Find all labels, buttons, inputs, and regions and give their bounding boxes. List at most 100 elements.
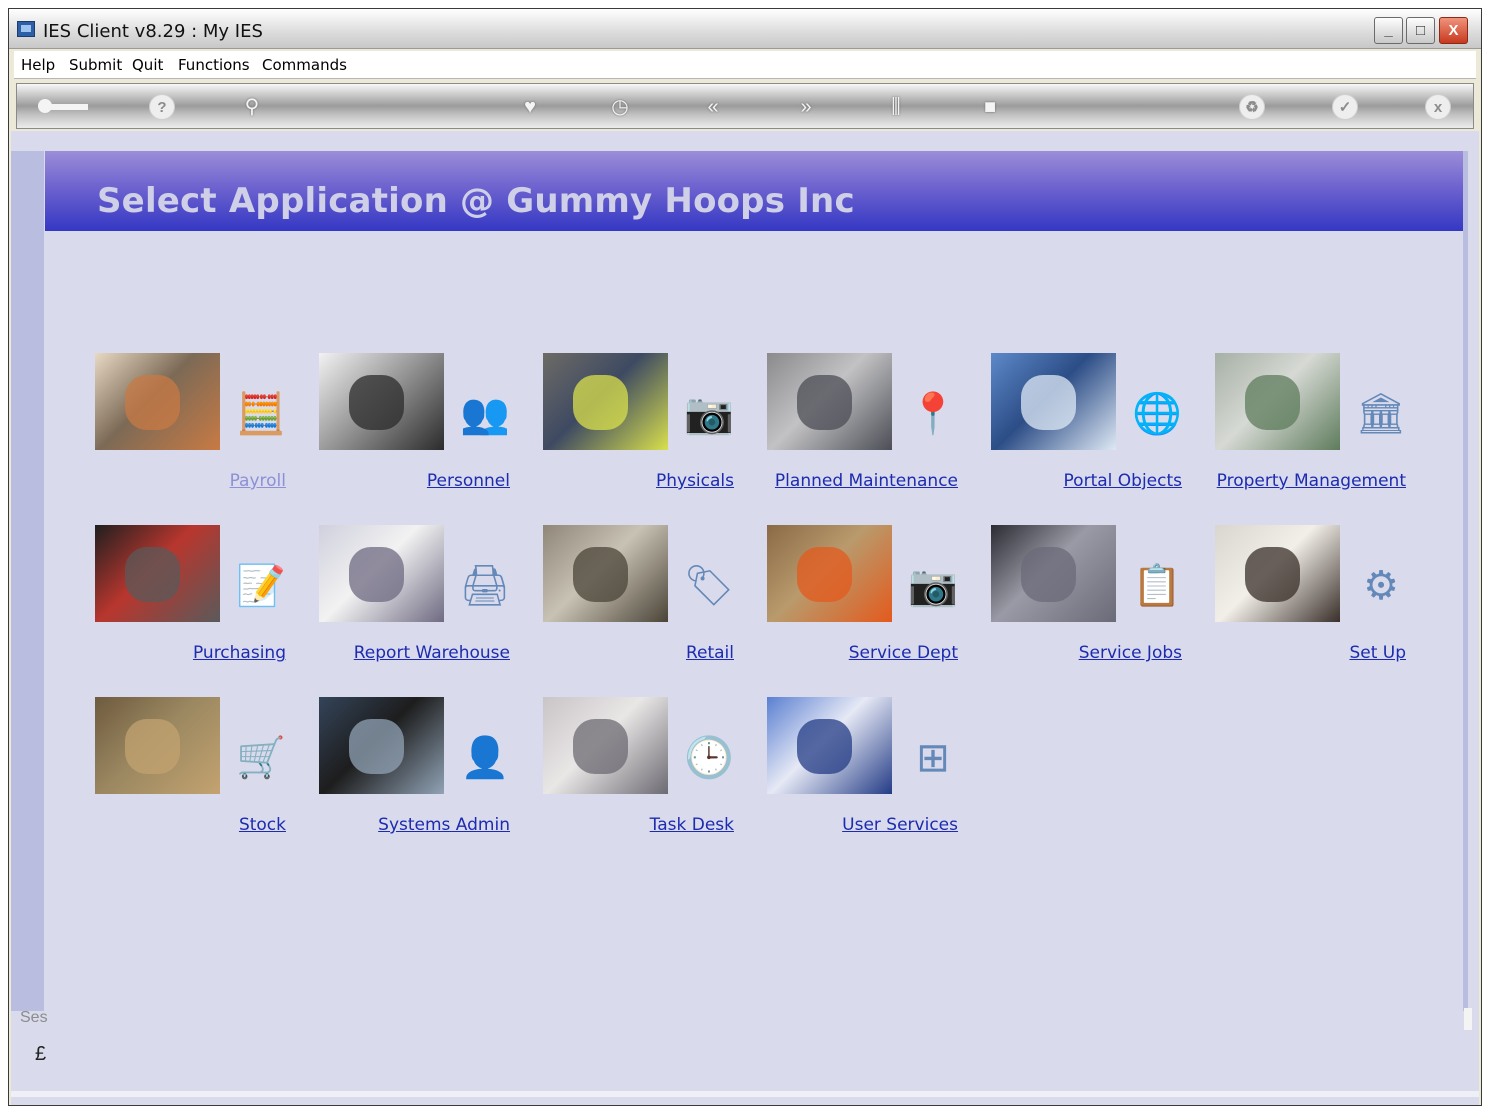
back-icon[interactable]: « xyxy=(700,94,726,120)
user-services-icon[interactable]: ⊞ xyxy=(904,729,962,787)
app-link[interactable]: Retail xyxy=(686,643,734,663)
photo-detail xyxy=(1021,547,1076,602)
menu-commands[interactable]: Commands xyxy=(262,56,347,74)
tree-icon[interactable]: ⫼ xyxy=(883,94,909,120)
payroll-icon[interactable]: 🧮 xyxy=(232,385,290,443)
app-photo[interactable] xyxy=(767,525,892,622)
app-link[interactable]: Service Dept xyxy=(849,643,958,663)
stop-icon[interactable]: ■ xyxy=(977,94,1003,120)
globe-icon[interactable]: 🌐 xyxy=(1128,385,1186,443)
pin-icon[interactable]: 📍 xyxy=(904,385,962,443)
app-photo[interactable] xyxy=(767,697,892,794)
app-tile[interactable]: 🌐 Portal Objects xyxy=(991,353,1191,503)
app-photo[interactable] xyxy=(543,697,668,794)
heart-icon[interactable]: ♥ xyxy=(517,94,543,120)
help-icon[interactable]: ? xyxy=(149,94,175,120)
app-tile[interactable]: 🛒 Stock xyxy=(95,697,295,847)
app-photo[interactable] xyxy=(1215,525,1340,622)
close-icon[interactable]: x xyxy=(1425,94,1451,120)
camera-icon[interactable]: 📷 xyxy=(904,557,962,615)
menu-submit[interactable]: Submit xyxy=(69,56,122,74)
session-label: Ses xyxy=(20,1009,48,1026)
app-link[interactable]: Task Desk xyxy=(650,815,734,835)
app-tile[interactable]: 🏛 Property Management xyxy=(1215,353,1415,503)
app-tile[interactable]: 📷 Service Dept xyxy=(767,525,967,675)
app-tile[interactable]: 👤 Systems Admin xyxy=(319,697,519,847)
forward-icon[interactable]: » xyxy=(793,94,819,120)
recycle-icon[interactable]: ♻ xyxy=(1239,94,1265,120)
app-link[interactable]: Personnel xyxy=(427,471,510,491)
photo-detail xyxy=(1245,375,1300,430)
app-photo[interactable] xyxy=(95,525,220,622)
app-photo[interactable] xyxy=(319,697,444,794)
app-link[interactable]: Planned Maintenance xyxy=(775,471,958,491)
app-link[interactable]: Report Warehouse xyxy=(354,643,510,663)
app-tile[interactable]: 👥 Personnel xyxy=(319,353,519,503)
app-tile[interactable]: 🧮 Payroll xyxy=(95,353,295,503)
app-tile[interactable]: 🕒 Task Desk xyxy=(543,697,743,847)
status-bar xyxy=(11,1091,1479,1097)
menu-help[interactable]: Help xyxy=(21,56,55,74)
minimize-button[interactable]: _ xyxy=(1374,17,1403,44)
app-photo[interactable] xyxy=(767,353,892,450)
close-button[interactable]: X xyxy=(1439,17,1468,44)
menu-functions[interactable]: Functions xyxy=(178,56,250,74)
photo-detail xyxy=(349,375,404,430)
photo-detail xyxy=(573,547,628,602)
app-photo[interactable] xyxy=(991,525,1116,622)
app-tile[interactable]: 📝 Purchasing xyxy=(95,525,295,675)
app-link[interactable]: Systems Admin xyxy=(378,815,510,835)
check-icon[interactable]: ✓ xyxy=(1332,94,1358,120)
app-tile[interactable]: 📋 Service Jobs xyxy=(991,525,1191,675)
app-photo[interactable] xyxy=(319,353,444,450)
app-photo[interactable] xyxy=(991,353,1116,450)
app-photo[interactable] xyxy=(1215,353,1340,450)
cart-icon[interactable]: 🛒 xyxy=(232,729,290,787)
photo-detail xyxy=(349,719,404,774)
app-tile[interactable]: 🏷 Retail xyxy=(543,525,743,675)
clock-icon[interactable]: 🕒 xyxy=(680,729,738,787)
app-photo[interactable] xyxy=(319,525,444,622)
clipboard-icon[interactable]: 📋 xyxy=(1128,557,1186,615)
app-link[interactable]: User Services xyxy=(842,815,958,835)
key-icon[interactable] xyxy=(38,99,88,113)
admin-icon[interactable]: 👤 xyxy=(456,729,514,787)
app-tile[interactable]: ⚙ Set Up xyxy=(1215,525,1415,675)
app-link[interactable]: Purchasing xyxy=(193,643,286,663)
app-link[interactable]: Physicals xyxy=(656,471,734,491)
camera-icon[interactable]: 📷 xyxy=(680,385,738,443)
setup-icon[interactable]: ⚙ xyxy=(1352,557,1410,615)
app-tile[interactable]: 🖨 Report Warehouse xyxy=(319,525,519,675)
scrollbar[interactable] xyxy=(1464,1008,1472,1030)
search-icon[interactable]: ⚲ xyxy=(239,94,265,120)
app-link[interactable]: Service Jobs xyxy=(1079,643,1182,663)
maximize-button[interactable]: □ xyxy=(1406,17,1435,44)
order-icon[interactable]: 📝 xyxy=(232,557,290,615)
clock-icon[interactable]: ◷ xyxy=(607,94,633,120)
menu-bar: Help Submit Quit Functions Commands xyxy=(14,51,1476,79)
app-tile[interactable]: 📍 Planned Maintenance xyxy=(767,353,967,503)
menu-quit[interactable]: Quit xyxy=(132,56,163,74)
sale-tag-icon[interactable]: 🏷 xyxy=(680,557,738,615)
photo-detail xyxy=(125,547,180,602)
app-photo[interactable] xyxy=(95,353,220,450)
toolbar: ? ⚲ ♥ ◷ « » ⫼ ■ ♻ ✓ x xyxy=(16,83,1474,129)
left-panel-strip xyxy=(11,151,44,1011)
title-bar[interactable]: IES Client v8.29 : My IES _ □ X xyxy=(9,9,1481,49)
app-tile[interactable]: ⊞ User Services xyxy=(767,697,967,847)
app-link[interactable]: Stock xyxy=(239,815,286,835)
app-link[interactable]: Portal Objects xyxy=(1064,471,1182,491)
app-link[interactable]: Set Up xyxy=(1349,643,1406,663)
photo-detail xyxy=(797,719,852,774)
app-link[interactable]: Payroll xyxy=(230,471,286,491)
printer-icon[interactable]: 🖨 xyxy=(456,557,514,615)
people-icon[interactable]: 👥 xyxy=(456,385,514,443)
page-title: Select Application @ Gummy Hoops Inc xyxy=(97,181,855,221)
building-icon[interactable]: 🏛 xyxy=(1352,385,1410,443)
app-tile[interactable]: 📷 Physicals xyxy=(543,353,743,503)
app-link[interactable]: Property Management xyxy=(1217,471,1406,491)
photo-detail xyxy=(349,547,404,602)
app-photo[interactable] xyxy=(543,353,668,450)
app-photo[interactable] xyxy=(95,697,220,794)
app-photo[interactable] xyxy=(543,525,668,622)
